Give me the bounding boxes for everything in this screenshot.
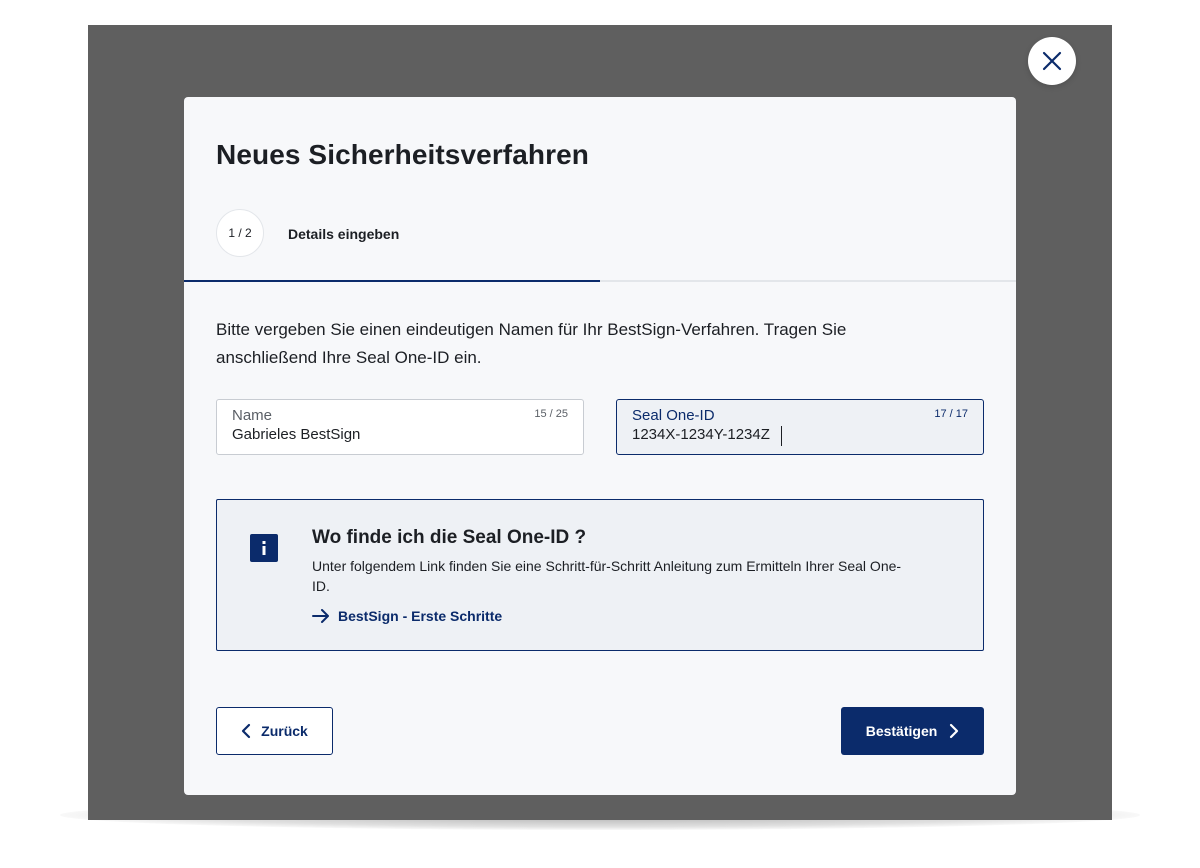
chevron-left-icon xyxy=(242,723,251,739)
info-icon xyxy=(250,534,278,562)
modal-dialog: Neues Sicherheitsverfahren 1 / 2 Details… xyxy=(184,97,1016,795)
screen: Neues Sicherheitsverfahren 1 / 2 Details… xyxy=(0,0,1200,868)
text-caret xyxy=(781,426,782,446)
modal-title: Neues Sicherheitsverfahren xyxy=(216,139,589,170)
bestsign-guide-link[interactable]: BestSign - Erste Schritte xyxy=(312,608,502,624)
confirm-button[interactable]: Bestätigen xyxy=(841,707,984,755)
info-box: Wo finde ich die Seal One-ID ? Unter fol… xyxy=(216,499,984,651)
name-field-counter: 15 / 25 xyxy=(534,408,568,420)
bestsign-guide-link-label: BestSign - Erste Schritte xyxy=(338,608,503,624)
confirm-button-label: Bestätigen xyxy=(865,723,938,739)
chevron-right-icon xyxy=(950,723,959,739)
step-progress-fill xyxy=(184,280,600,282)
close-icon xyxy=(1042,51,1062,71)
arrow-right-icon xyxy=(312,609,329,623)
seal-one-id-input[interactable] xyxy=(632,426,932,443)
seal-one-id-field-counter: 17 / 17 xyxy=(934,408,968,420)
step-progress-track xyxy=(184,280,1016,282)
intro-text: Bitte vergeben Sie einen eindeutigen Nam… xyxy=(216,320,847,367)
step-indicator: 1 / 2 xyxy=(216,209,264,257)
close-button[interactable] xyxy=(1028,37,1076,85)
name-input[interactable] xyxy=(232,426,532,443)
seal-one-id-field[interactable]: Seal One-ID 17 / 17 xyxy=(616,399,984,455)
info-title: Wo finde ich die Seal One-ID ? xyxy=(312,527,587,548)
name-field-label: Name xyxy=(232,407,273,424)
info-text: Unter folgendem Link finden Sie eine Sch… xyxy=(312,558,902,594)
name-field[interactable]: Name 15 / 25 xyxy=(216,399,584,455)
back-button-label: Zurück xyxy=(261,723,308,739)
back-button[interactable]: Zurück xyxy=(216,707,333,755)
seal-one-id-field-label: Seal One-ID xyxy=(632,407,715,424)
step-label: Details eingeben xyxy=(288,226,400,242)
